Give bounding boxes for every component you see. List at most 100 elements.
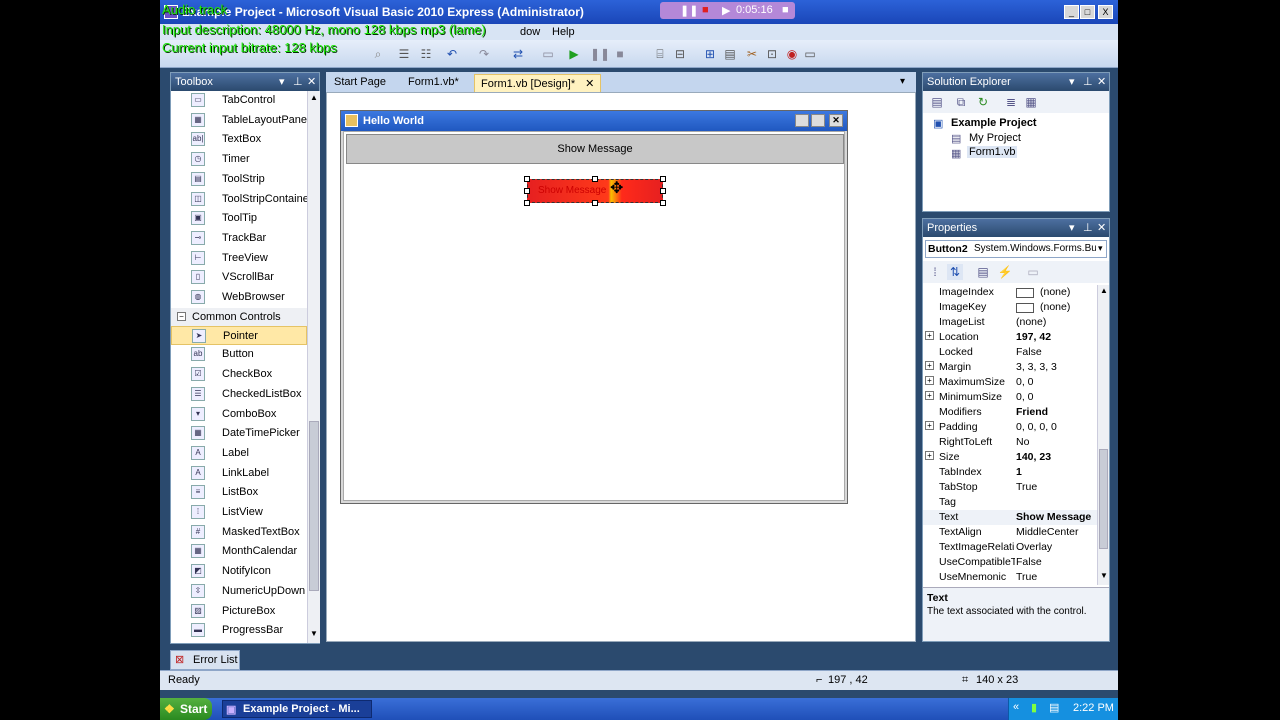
redo-icon[interactable]: ↷	[476, 46, 492, 62]
start-button[interactable]: ❖ Start	[160, 698, 212, 720]
scroll-up-icon[interactable]: ▲	[310, 93, 318, 102]
property-row[interactable]: ImageIndex (none)	[923, 285, 1097, 300]
property-value[interactable]: MiddleCenter	[1016, 526, 1096, 538]
property-value[interactable]: No	[1016, 436, 1096, 448]
scroll-thumb[interactable]	[309, 421, 319, 591]
close-icon[interactable]: ✕	[1097, 221, 1106, 234]
view-code-icon[interactable]: ≣	[1003, 94, 1019, 110]
battery-icon[interactable]: ▮	[1031, 701, 1037, 714]
events-icon[interactable]: ⚡	[997, 264, 1013, 280]
property-row[interactable]: TabStop True	[923, 480, 1097, 495]
toolbox-item[interactable]: ◷ Timer	[171, 150, 307, 169]
toolbox-item[interactable]: A LinkLabel	[171, 464, 307, 483]
navigate-icon[interactable]: ⇄	[510, 46, 526, 62]
dropdown-icon[interactable]: ▾	[279, 75, 285, 88]
document-tab[interactable]: Form1.vb*	[402, 74, 465, 92]
resize-handle[interactable]	[660, 176, 666, 182]
property-row[interactable]: Tag	[923, 495, 1097, 510]
toolbox-item[interactable]: ▦ DateTimePicker	[171, 424, 307, 443]
property-value[interactable]: Show Message	[1016, 511, 1096, 523]
more-icon[interactable]: ▭	[802, 46, 818, 62]
stop-icon[interactable]: ■	[702, 4, 709, 16]
my-project-node[interactable]: My Project	[969, 132, 1021, 144]
form-client-area[interactable]: Show Message Show Message ✥	[343, 131, 845, 501]
expand-icon[interactable]: +	[925, 361, 934, 370]
dropdown-icon[interactable]: ▾	[1069, 221, 1075, 234]
alphabetical-icon[interactable]: ⇅	[947, 264, 963, 280]
find-icon[interactable]: ⌕	[370, 46, 386, 62]
stop-debug-icon[interactable]: ■	[612, 46, 628, 62]
toolbox-item[interactable]: ▬ ProgressBar	[171, 621, 307, 640]
toolbox-header[interactable]: Toolbox ▾ ⊥ ✕	[171, 73, 319, 91]
play-icon[interactable]: ▶	[722, 4, 730, 17]
toolbox-icon[interactable]: ✂	[744, 46, 760, 62]
tray-expand-icon[interactable]: «	[1013, 701, 1019, 713]
property-value[interactable]: (none)	[1016, 316, 1096, 328]
property-row[interactable]: TabIndex 1	[923, 465, 1097, 480]
resize-handle[interactable]	[592, 200, 598, 206]
scroll-down-icon[interactable]: ▼	[1100, 571, 1108, 580]
property-row[interactable]: + MaximumSize 0, 0	[923, 375, 1097, 390]
toolbox-item[interactable]: ab| TextBox	[171, 130, 307, 149]
property-value[interactable]: True	[1016, 571, 1096, 583]
scroll-down-icon[interactable]: ▼	[310, 629, 318, 638]
property-row[interactable]: UseMnemonic True	[923, 570, 1097, 585]
network-icon[interactable]: ▤	[1049, 701, 1059, 714]
property-value[interactable]: (none)	[1040, 301, 1097, 313]
start-debug-icon[interactable]: ▶	[566, 46, 582, 62]
toolbox-item[interactable]: ≡ ListBox	[171, 483, 307, 502]
property-value[interactable]: 1	[1016, 466, 1096, 478]
toolbox-item[interactable]: ▦ MonthCalendar	[171, 542, 307, 561]
property-value[interactable]: 0, 0, 0, 0	[1016, 421, 1096, 433]
property-value[interactable]: False	[1016, 346, 1096, 358]
property-value[interactable]: 140, 23	[1016, 451, 1096, 463]
uncomment-icon[interactable]: ☷	[418, 46, 434, 62]
expand-icon[interactable]: +	[925, 331, 934, 340]
solution-explorer-header[interactable]: Solution Explorer ▾ ⊥ ✕	[923, 73, 1109, 91]
recorder-bar[interactable]: ❚❚ ■ ▶ 0:05:16 ■	[660, 2, 795, 19]
window-icon[interactable]: ▭	[540, 46, 556, 62]
document-tab[interactable]: Form1.vb [Design]* ✕	[474, 74, 602, 92]
taskbar-item-vs[interactable]: ▣ Example Project - Mi...	[222, 700, 372, 718]
properties-icon[interactable]: ▤	[929, 94, 945, 110]
property-value[interactable]: 197, 42	[1016, 331, 1096, 343]
pin-icon[interactable]: ⊥	[1083, 221, 1093, 234]
property-value[interactable]: True	[1016, 481, 1096, 493]
resize-handle[interactable]	[524, 188, 530, 194]
resize-handle[interactable]	[660, 188, 666, 194]
show-all-files-icon[interactable]: ⧉	[953, 94, 969, 110]
toolbox-item[interactable]: A Label	[171, 444, 307, 463]
properties-view-icon[interactable]: ▤	[975, 264, 991, 280]
pause-icon[interactable]: ❚❚	[680, 4, 698, 17]
toolbox-item[interactable]: ☰ CheckedListBox	[171, 385, 307, 404]
error-list-tab[interactable]: ⊠ Error List	[170, 650, 240, 670]
toolbox-item[interactable]: ⊸ TrackBar	[171, 229, 307, 248]
chevron-down-icon[interactable]: ▾	[1098, 243, 1103, 254]
extension-icon[interactable]: ◉	[784, 46, 800, 62]
property-row[interactable]: Text Show Message	[923, 510, 1097, 525]
menu-window[interactable]: dow	[520, 26, 540, 38]
break-icon[interactable]: ❚❚	[590, 46, 610, 62]
expand-icon[interactable]: +	[925, 376, 934, 385]
dropdown-icon[interactable]: ▾	[1069, 75, 1075, 88]
toolbox-item[interactable]: ◫ ToolStripContainer	[171, 190, 307, 209]
toolbox-scrollbar[interactable]: ▲ ▼	[307, 91, 320, 643]
menu-help[interactable]: Help	[552, 26, 575, 38]
property-row[interactable]: TextAlign MiddleCenter	[923, 525, 1097, 540]
toolbox-item[interactable]: ab Button	[171, 345, 307, 364]
property-row[interactable]: RightToLeft No	[923, 435, 1097, 450]
property-row[interactable]: TextImageRelati Overlay	[923, 540, 1097, 555]
resize-handle[interactable]	[592, 176, 598, 182]
toolbox-item[interactable]: ▦ TableLayoutPanel	[171, 111, 307, 130]
toolbox-item[interactable]: ➤ Pointer	[171, 325, 307, 345]
properties-scrollbar[interactable]: ▲ ▼	[1097, 285, 1109, 585]
property-value[interactable]: 0, 0	[1016, 391, 1096, 403]
property-row[interactable]: ImageList (none)	[923, 315, 1097, 330]
property-row[interactable]: + Size 140, 23	[923, 450, 1097, 465]
toolbox-item[interactable]: ☑ CheckBox	[171, 365, 307, 384]
recorder-close-icon[interactable]: ■	[782, 4, 789, 16]
toolbox-item[interactable]: ⊢ TreeView	[171, 249, 307, 268]
resize-handle[interactable]	[660, 200, 666, 206]
pin-icon[interactable]: ⊥	[293, 75, 303, 88]
toolbox-item[interactable]: ⇳ NumericUpDown	[171, 582, 307, 601]
